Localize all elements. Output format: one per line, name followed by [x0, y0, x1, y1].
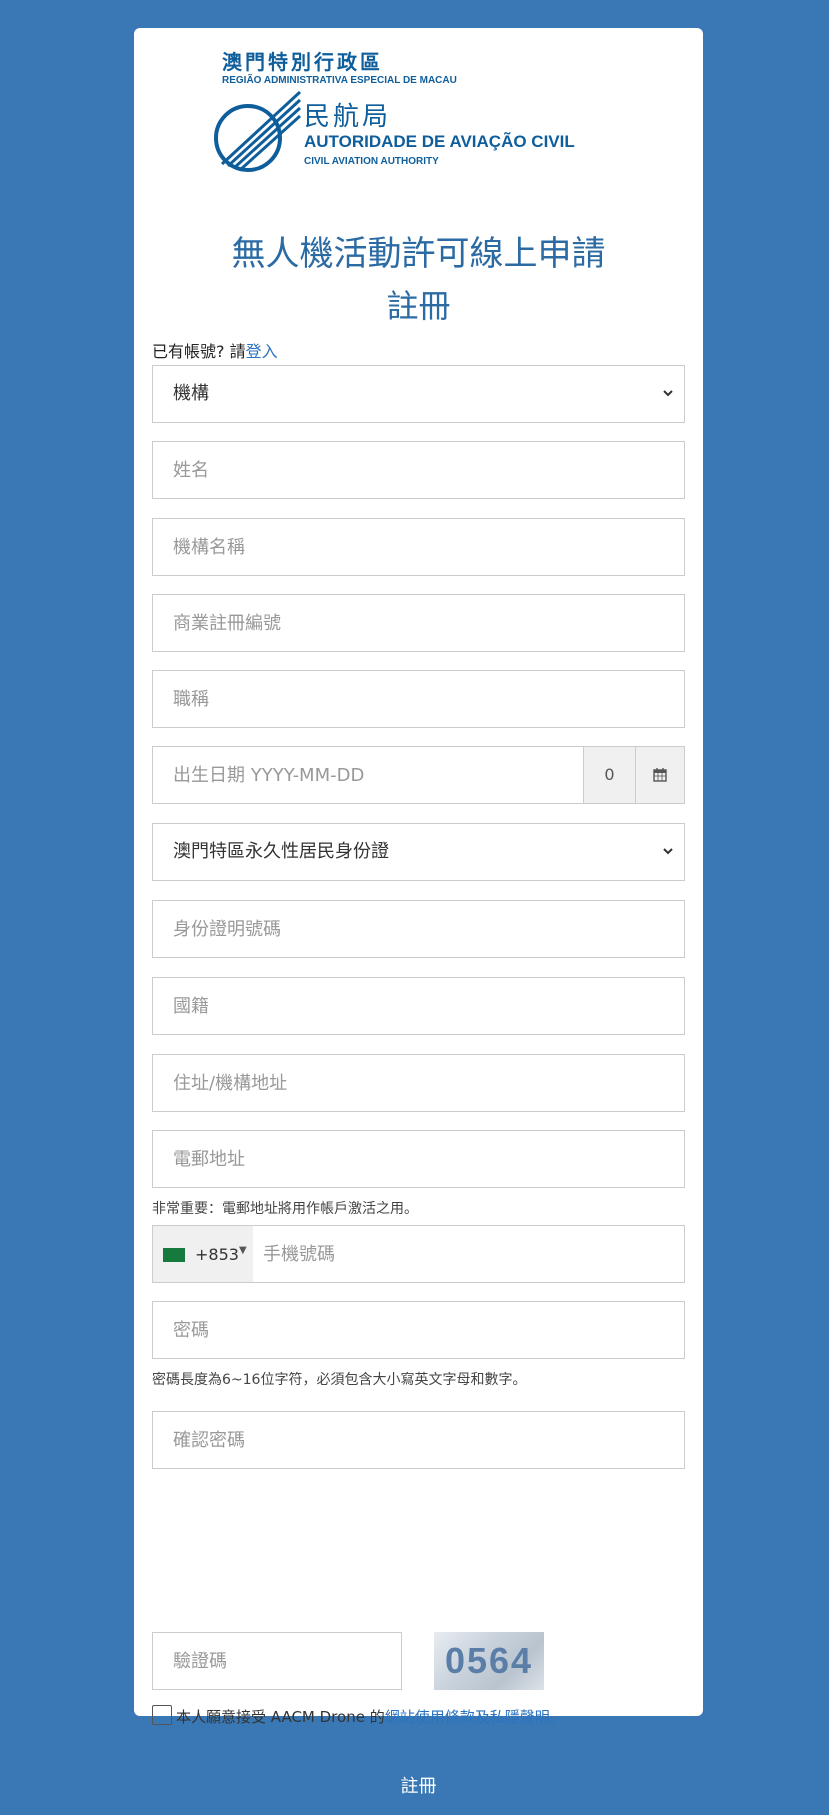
dept-name-en: CIVIL AVIATION AUTHORITY: [304, 156, 439, 167]
captcha-input[interactable]: [153, 1633, 401, 1689]
dept-name-zh: 民航局: [304, 102, 392, 132]
id-type-select[interactable]: 澳門特區永久性居民身份證: [152, 823, 685, 881]
age-addon: 0: [583, 747, 635, 803]
country-code-selector[interactable]: +853 ▼: [153, 1226, 253, 1282]
captcha-image[interactable]: 0564: [434, 1632, 544, 1690]
dept-name-pt: AUTORIDADE DE AVIAÇÃO CIVIL: [304, 132, 575, 151]
org-name-input[interactable]: [153, 519, 684, 575]
address-input[interactable]: [153, 1055, 684, 1111]
login-prompt: 已有帳號? 請登入: [152, 338, 278, 362]
aacm-logo: 澳門特別行政區 REGIÃO ADMINISTRATIVA ESPECIAL D…: [212, 46, 612, 216]
dob-field[interactable]: 0: [152, 746, 685, 804]
password-input[interactable]: [153, 1302, 684, 1358]
page-subtitle: 註冊: [386, 287, 451, 325]
agreement-text: 本人願意接受 AACM Drone 的: [176, 1708, 385, 1726]
address-field[interactable]: [152, 1054, 685, 1112]
aviation-emblem-icon: [214, 90, 302, 172]
register-button[interactable]: 註冊: [152, 1756, 685, 1814]
confirm-password-field[interactable]: [152, 1411, 685, 1469]
email-input[interactable]: [153, 1131, 684, 1187]
phone-input[interactable]: [253, 1226, 684, 1282]
password-hint: 密碼長度為6~16位字符，必須包含大小寫英文字母和數字。: [152, 1372, 527, 1388]
email-field[interactable]: [152, 1130, 685, 1188]
caret-down-icon: ▼: [239, 1245, 247, 1256]
captcha-field[interactable]: [152, 1632, 402, 1690]
login-link[interactable]: 登入: [246, 342, 278, 361]
biz-reg-input[interactable]: [153, 595, 684, 651]
registration-card: 澳門特別行政區 REGIÃO ADMINISTRATIVA ESPECIAL D…: [134, 28, 703, 1814]
agreement-row: 本人願意接受 AACM Drone 的網站使用條款及私隱聲明。: [152, 1705, 565, 1727]
name-input[interactable]: [153, 442, 684, 498]
id-number-input[interactable]: [153, 901, 684, 957]
page-title: 無人機活動許可線上申請: [231, 234, 606, 274]
nationality-field[interactable]: [152, 977, 685, 1035]
id-type-value: 澳門特區永久性居民身份證: [173, 841, 389, 862]
applicant-type-select[interactable]: 機構: [152, 365, 685, 423]
dob-input[interactable]: [153, 747, 583, 803]
login-prompt-text: 已有帳號? 請: [152, 342, 246, 361]
chevron-down-icon: [663, 390, 673, 397]
password-field[interactable]: [152, 1301, 685, 1359]
org-name-zh: 澳門特別行政區: [222, 50, 383, 74]
biz-reg-field[interactable]: [152, 594, 685, 652]
phone-field[interactable]: +853 ▼: [152, 1225, 685, 1283]
agreement-checkbox[interactable]: [152, 1705, 172, 1725]
job-title-field[interactable]: [152, 670, 685, 728]
confirm-password-input[interactable]: [153, 1412, 684, 1468]
macau-flag-icon: [163, 1248, 185, 1262]
country-code: +853: [195, 1245, 239, 1264]
name-field[interactable]: [152, 441, 685, 499]
terms-link[interactable]: 網站使用條款及私隱聲明。: [385, 1708, 565, 1726]
job-title-input[interactable]: [153, 671, 684, 727]
calendar-button[interactable]: [635, 747, 684, 803]
email-hint: 非常重要：電郵地址將用作帳戶激活之用。: [152, 1201, 418, 1217]
org-name-field[interactable]: [152, 518, 685, 576]
chevron-down-icon: [663, 848, 673, 855]
applicant-type-value: 機構: [173, 383, 209, 404]
id-number-field[interactable]: [152, 900, 685, 958]
org-name-pt: REGIÃO ADMINISTRATIVA ESPECIAL DE MACAU: [222, 75, 457, 86]
nationality-input[interactable]: [153, 978, 684, 1034]
calendar-icon: [653, 768, 667, 782]
